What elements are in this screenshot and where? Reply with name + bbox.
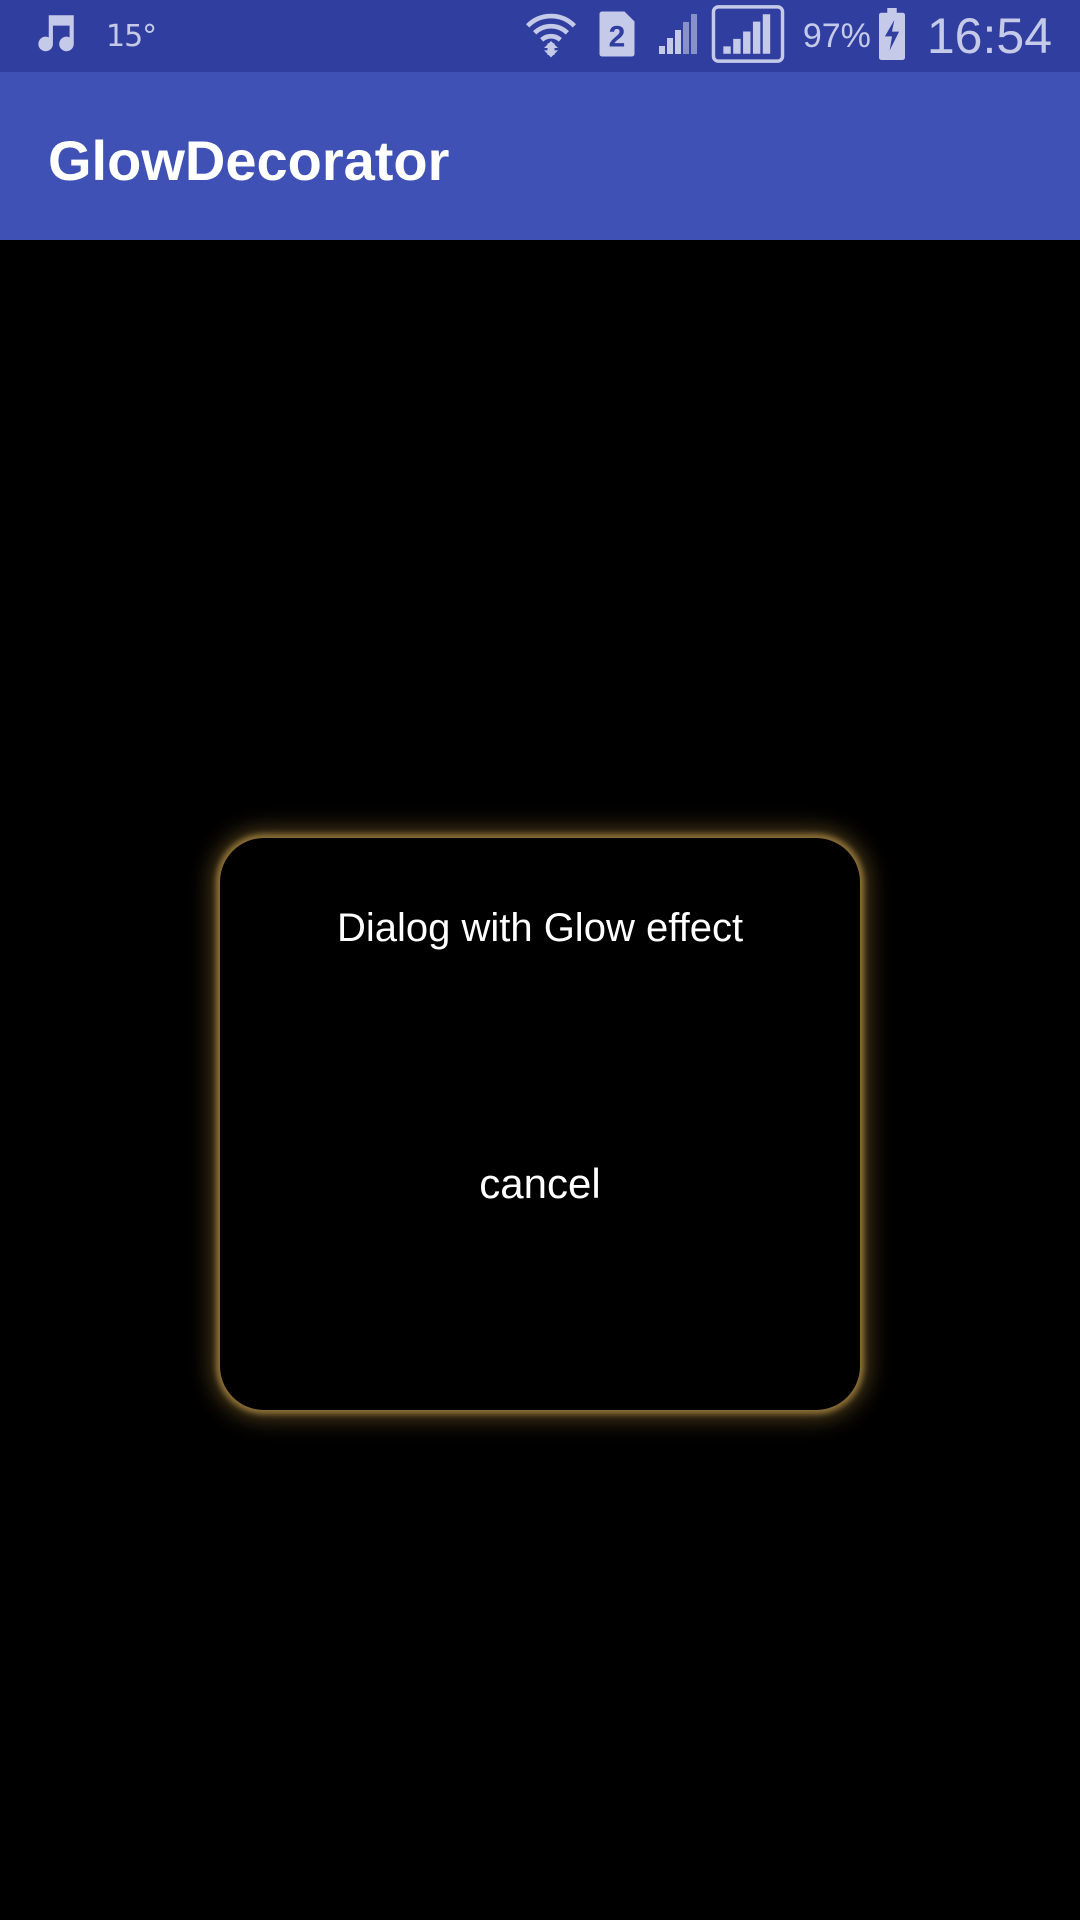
status-bar: 15° 2 97% 16:54	[0, 0, 1080, 72]
status-bar-left: 15°	[30, 0, 157, 72]
battery-charging-icon	[877, 7, 907, 65]
app-title: GlowDecorator	[48, 129, 450, 192]
temperature-text: 15°	[106, 18, 157, 54]
music-note-icon	[30, 9, 80, 64]
status-bar-right: 2 97% 16:54	[523, 0, 1052, 72]
sim-2-icon: 2	[597, 9, 637, 64]
glow-dialog: Dialog with Glow effect cancel	[220, 838, 860, 1410]
signal-icon-boxed	[711, 4, 785, 69]
app-bar: GlowDecorator	[0, 72, 1080, 240]
signal-icon	[655, 9, 703, 64]
clock-time: 16:54	[926, 8, 1052, 64]
svg-text:2: 2	[608, 20, 625, 53]
battery-percent-text: 97%	[802, 16, 871, 55]
cancel-button[interactable]: cancel	[420, 1078, 660, 1208]
dialog-message: Dialog with Glow effect	[336, 906, 744, 950]
wifi-icon	[523, 6, 579, 67]
cancel-button-label: cancel	[479, 1160, 601, 1207]
